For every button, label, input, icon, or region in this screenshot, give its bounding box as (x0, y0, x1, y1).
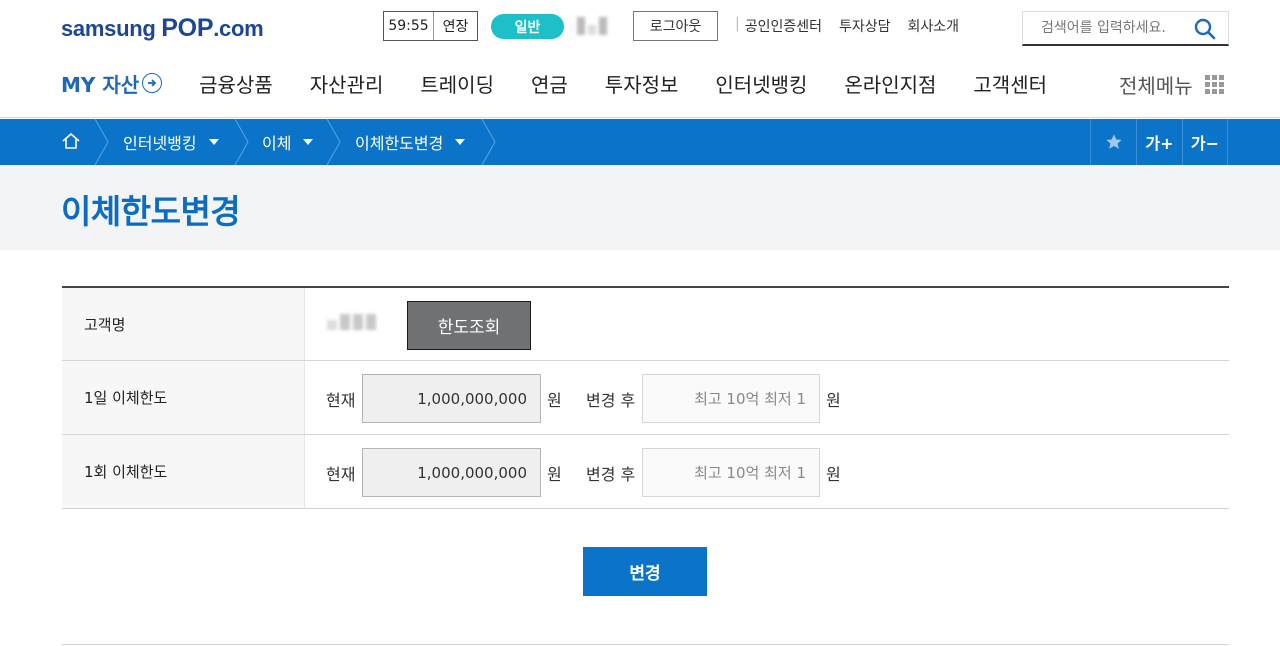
global-nav: MY 자산 금융상품 자산관리 트레이딩 연금 투자정보 인터넷뱅킹 온라인지점… (61, 66, 1084, 100)
nav-investment-info[interactable]: 투자정보 (605, 69, 679, 98)
samsung-pop-logo[interactable]: samsung POP.com (61, 14, 264, 43)
all-menu-button[interactable]: 전체메뉴 (1119, 70, 1224, 99)
home-icon[interactable] (61, 131, 81, 151)
dropdown-caret-icon (303, 139, 314, 145)
page-title-band: 이체한도변경 (0, 165, 1280, 250)
nav-trading[interactable]: 트레이딩 (420, 69, 494, 98)
grid-menu-icon (1204, 75, 1224, 94)
current-label: 현재 (326, 465, 356, 484)
logo-pop: POP (161, 14, 214, 42)
limit-inquiry-button[interactable]: 한도조회 (407, 301, 531, 350)
breadcrumb-internet-banking[interactable]: 인터넷뱅킹 (123, 119, 219, 165)
change-submit-button[interactable]: 변경 (583, 547, 707, 596)
unit-label: 원 (826, 391, 841, 410)
nav-online-branch[interactable]: 온라인지점 (844, 69, 936, 98)
breadcrumb-separator-icon (481, 119, 496, 165)
user-name-redacted (577, 17, 617, 35)
nav-financial-products[interactable]: 금융상품 (199, 69, 273, 98)
breadcrumb-separator-icon (234, 119, 249, 165)
breadcrumb-separator-icon (326, 119, 341, 165)
nav-asset-management[interactable]: 자산관리 (310, 69, 384, 98)
search-box (1022, 11, 1229, 46)
daily-limit-new-input[interactable] (642, 374, 820, 423)
nav-my-assets[interactable]: MY 자산 (61, 69, 163, 98)
current-label: 현재 (326, 391, 356, 410)
favorite-button[interactable] (1090, 119, 1136, 165)
page-tools: 가+ 가− (1090, 119, 1228, 165)
session-timer-box: 59:55 연장 (383, 11, 478, 41)
per-transfer-limit-label: 1회 이체한도 (62, 435, 305, 508)
session-timer: 59:55 (384, 12, 434, 40)
site-header: samsung POP.com 59:55 연장 일반 로그아웃 | 공인인증센… (0, 0, 1280, 118)
arrow-right-circle-icon (142, 73, 163, 93)
breadcrumb-bar: 인터넷뱅킹 이체 이체한도변경 가+ 가− (0, 119, 1280, 165)
nav-customer-center[interactable]: 고객센터 (973, 69, 1047, 98)
breadcrumb-transfer[interactable]: 이체 (262, 119, 314, 165)
page-title: 이체한도변경 (61, 192, 241, 231)
divider: | (735, 16, 740, 32)
logout-button[interactable]: 로그아웃 (633, 11, 718, 41)
extend-session-button[interactable]: 연장 (434, 16, 477, 36)
nav-my-assets-label: MY 자산 (61, 72, 140, 97)
form-row-per-transfer-limit: 1회 이체한도 현재 1,000,000,000 원 변경 후 원 (62, 435, 1229, 509)
logo-prefix: samsung (61, 16, 162, 41)
breadcrumb-transfer-limit[interactable]: 이체한도변경 (355, 119, 466, 165)
daily-limit-cell: 현재 1,000,000,000 원 변경 후 원 (305, 361, 1229, 434)
nav-pension[interactable]: 연금 (531, 69, 568, 98)
dropdown-caret-icon (208, 139, 219, 145)
breadcrumb-label: 인터넷뱅킹 (123, 134, 197, 153)
divider (62, 644, 1229, 645)
transfer-limit-form: 고객명 한도조회 1일 이체한도 현재 1,000,000,000 원 변경 후… (62, 286, 1229, 509)
form-row-daily-limit: 1일 이체한도 현재 1,000,000,000 원 변경 후 원 (62, 361, 1229, 435)
per-transfer-limit-new-input[interactable] (642, 448, 820, 497)
breadcrumb-label: 이체한도변경 (355, 134, 444, 153)
logo-suffix: .com (213, 16, 264, 41)
dropdown-caret-icon (455, 139, 466, 145)
breadcrumb-label: 이체 (262, 134, 292, 153)
search-input[interactable] (1023, 13, 1183, 43)
top-links: | 공인인증센터 투자상담 회사소개 (735, 16, 959, 36)
font-increase-button[interactable]: 가+ (1136, 119, 1182, 165)
customer-name-redacted (327, 314, 376, 330)
after-change-label: 변경 후 (586, 391, 636, 410)
daily-limit-current-value: 1,000,000,000 (362, 374, 541, 423)
search-icon[interactable] (1194, 18, 1216, 40)
all-menu-label: 전체메뉴 (1119, 74, 1193, 98)
per-transfer-limit-current-value: 1,000,000,000 (362, 448, 541, 497)
unit-label: 원 (826, 465, 841, 484)
breadcrumb-separator-icon (94, 119, 109, 165)
nav-internet-banking[interactable]: 인터넷뱅킹 (715, 69, 807, 98)
daily-limit-label: 1일 이체한도 (62, 361, 305, 434)
unit-label: 원 (547, 391, 562, 410)
after-change-label: 변경 후 (586, 465, 636, 484)
top-link-cert-center[interactable]: 공인인증센터 (745, 16, 822, 36)
top-link-consulting[interactable]: 투자상담 (839, 16, 891, 36)
member-grade-badge: 일반 (491, 14, 564, 39)
font-decrease-button[interactable]: 가− (1182, 119, 1228, 165)
top-link-company[interactable]: 회사소개 (908, 16, 960, 36)
per-transfer-limit-cell: 현재 1,000,000,000 원 변경 후 원 (305, 435, 1229, 508)
customer-name-label: 고객명 (62, 288, 305, 360)
customer-name-cell: 한도조회 (305, 288, 1229, 360)
form-row-customer: 고객명 한도조회 (62, 288, 1229, 361)
star-icon (1105, 134, 1122, 149)
unit-label: 원 (547, 465, 562, 484)
